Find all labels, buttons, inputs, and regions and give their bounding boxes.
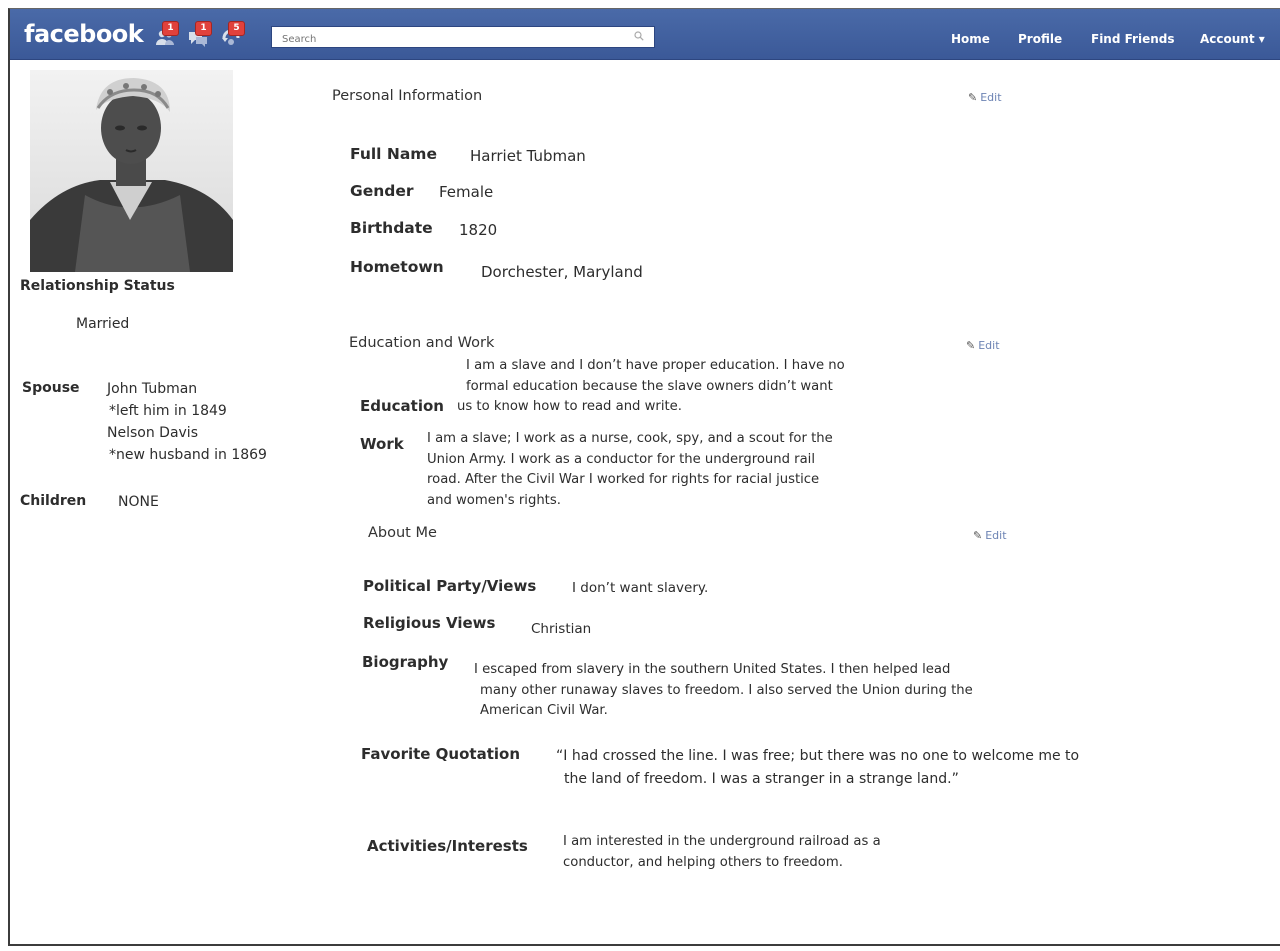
pencil-icon: ✎	[973, 529, 983, 542]
notifications-icon[interactable]: 5	[220, 21, 245, 48]
hometown-value: Dorchester, Maryland	[481, 263, 643, 281]
education-label: Education	[360, 397, 444, 415]
work-line: I am a slave; I work as a nurse, cook, s…	[427, 431, 833, 446]
activities-interests-text: I am interested in the underground railr…	[563, 832, 881, 873]
profile-photo[interactable]	[30, 70, 233, 272]
search-input[interactable]	[280, 29, 624, 50]
children-value: NONE	[118, 494, 159, 510]
personal-info-edit[interactable]: ✎ Edit	[968, 91, 1002, 104]
spouse-label: Spouse	[22, 380, 80, 396]
education-work-title: Education and Work	[349, 335, 495, 351]
education-line: formal education because the slave owner…	[466, 378, 833, 394]
gender-label: Gender	[350, 182, 414, 200]
relationship-status-value: Married	[76, 316, 130, 332]
favorite-quotation-text: “I had crossed the line. I was free; but…	[556, 745, 1079, 791]
personal-info-title: Personal Information	[332, 88, 483, 104]
search-icon[interactable]	[634, 31, 644, 41]
birthdate-value: 1820	[459, 221, 498, 239]
about-me-title: About Me	[368, 525, 437, 541]
children-label: Children	[20, 493, 87, 509]
quotation-line: “I had crossed the line. I was free; but…	[556, 748, 1080, 764]
spouse-line: *left him in 1849	[109, 403, 227, 419]
work-text: I am a slave; I work as a nurse, cook, s…	[427, 429, 833, 511]
notifications-badge: 5	[228, 21, 245, 36]
biography-text: I escaped from slavery in the southern U…	[474, 660, 973, 722]
gender-value: Female	[439, 183, 494, 201]
biography-line: many other runaway slaves to freedom. I …	[480, 682, 973, 698]
search-box[interactable]	[271, 26, 655, 50]
nav-find-friends[interactable]: Find Friends	[1091, 32, 1175, 46]
education-line: I am a slave and I don’t have proper edu…	[466, 358, 845, 373]
biography-label: Biography	[362, 653, 449, 671]
about-me-edit[interactable]: ✎ Edit	[973, 529, 1007, 542]
activities-interests-label: Activities/Interests	[367, 837, 528, 855]
quotation-line: the land of freedom. I was a stranger in…	[564, 771, 959, 787]
relationship-status-label: Relationship Status	[20, 278, 175, 294]
work-line: Union Army. I work as a conductor for th…	[427, 451, 815, 467]
spouse-list: John Tubman *left him in 1849 Nelson Dav…	[107, 378, 267, 466]
pencil-icon: ✎	[966, 339, 976, 352]
work-line: and women's rights.	[427, 492, 561, 508]
education-line: us to know how to read and write.	[457, 399, 682, 414]
political-views-value: I don’t want slavery.	[572, 580, 709, 596]
edit-label: Edit	[980, 91, 1002, 104]
activities-line: conductor, and helping others to freedom…	[563, 854, 843, 870]
friend-requests-icon[interactable]: 1	[154, 21, 179, 48]
pencil-icon: ✎	[968, 91, 978, 104]
birthdate-label: Birthdate	[350, 219, 433, 237]
spouse-line: *new husband in 1869	[109, 447, 267, 463]
religious-views-label: Religious Views	[363, 614, 496, 632]
political-views-label: Political Party/Views	[363, 577, 537, 595]
education-text: I am a slave and I don’t have proper edu…	[457, 356, 845, 418]
education-work-edit[interactable]: ✎ Edit	[966, 339, 1000, 352]
work-label: Work	[360, 435, 404, 453]
nav-home[interactable]: Home	[951, 32, 990, 46]
nav-profile[interactable]: Profile	[1018, 32, 1062, 46]
messages-icon[interactable]: 1	[187, 21, 212, 48]
top-bar: facebook 1 1 5 Home Profile Find Friends…	[10, 9, 1280, 60]
messages-badge: 1	[195, 21, 212, 36]
spouse-line: John Tubman	[107, 381, 198, 397]
biography-line: I escaped from slavery in the southern U…	[474, 662, 951, 677]
edit-label: Edit	[978, 339, 1000, 352]
edit-label: Edit	[985, 529, 1007, 542]
hometown-label: Hometown	[350, 258, 444, 276]
facebook-logo[interactable]: facebook	[24, 20, 144, 48]
spouse-line: Nelson Davis	[107, 425, 198, 441]
nav-account[interactable]: Account ▾	[1200, 32, 1265, 46]
religious-views-value: Christian	[531, 621, 592, 637]
work-line: road. After the Civil War I worked for r…	[427, 472, 820, 487]
full-name-value: Harriet Tubman	[470, 147, 586, 165]
full-name-label: Full Name	[350, 145, 437, 163]
favorite-quotation-label: Favorite Quotation	[361, 745, 521, 763]
activities-line: I am interested in the underground railr…	[563, 834, 881, 849]
biography-line: American Civil War.	[480, 703, 608, 718]
friend-requests-badge: 1	[162, 21, 179, 36]
